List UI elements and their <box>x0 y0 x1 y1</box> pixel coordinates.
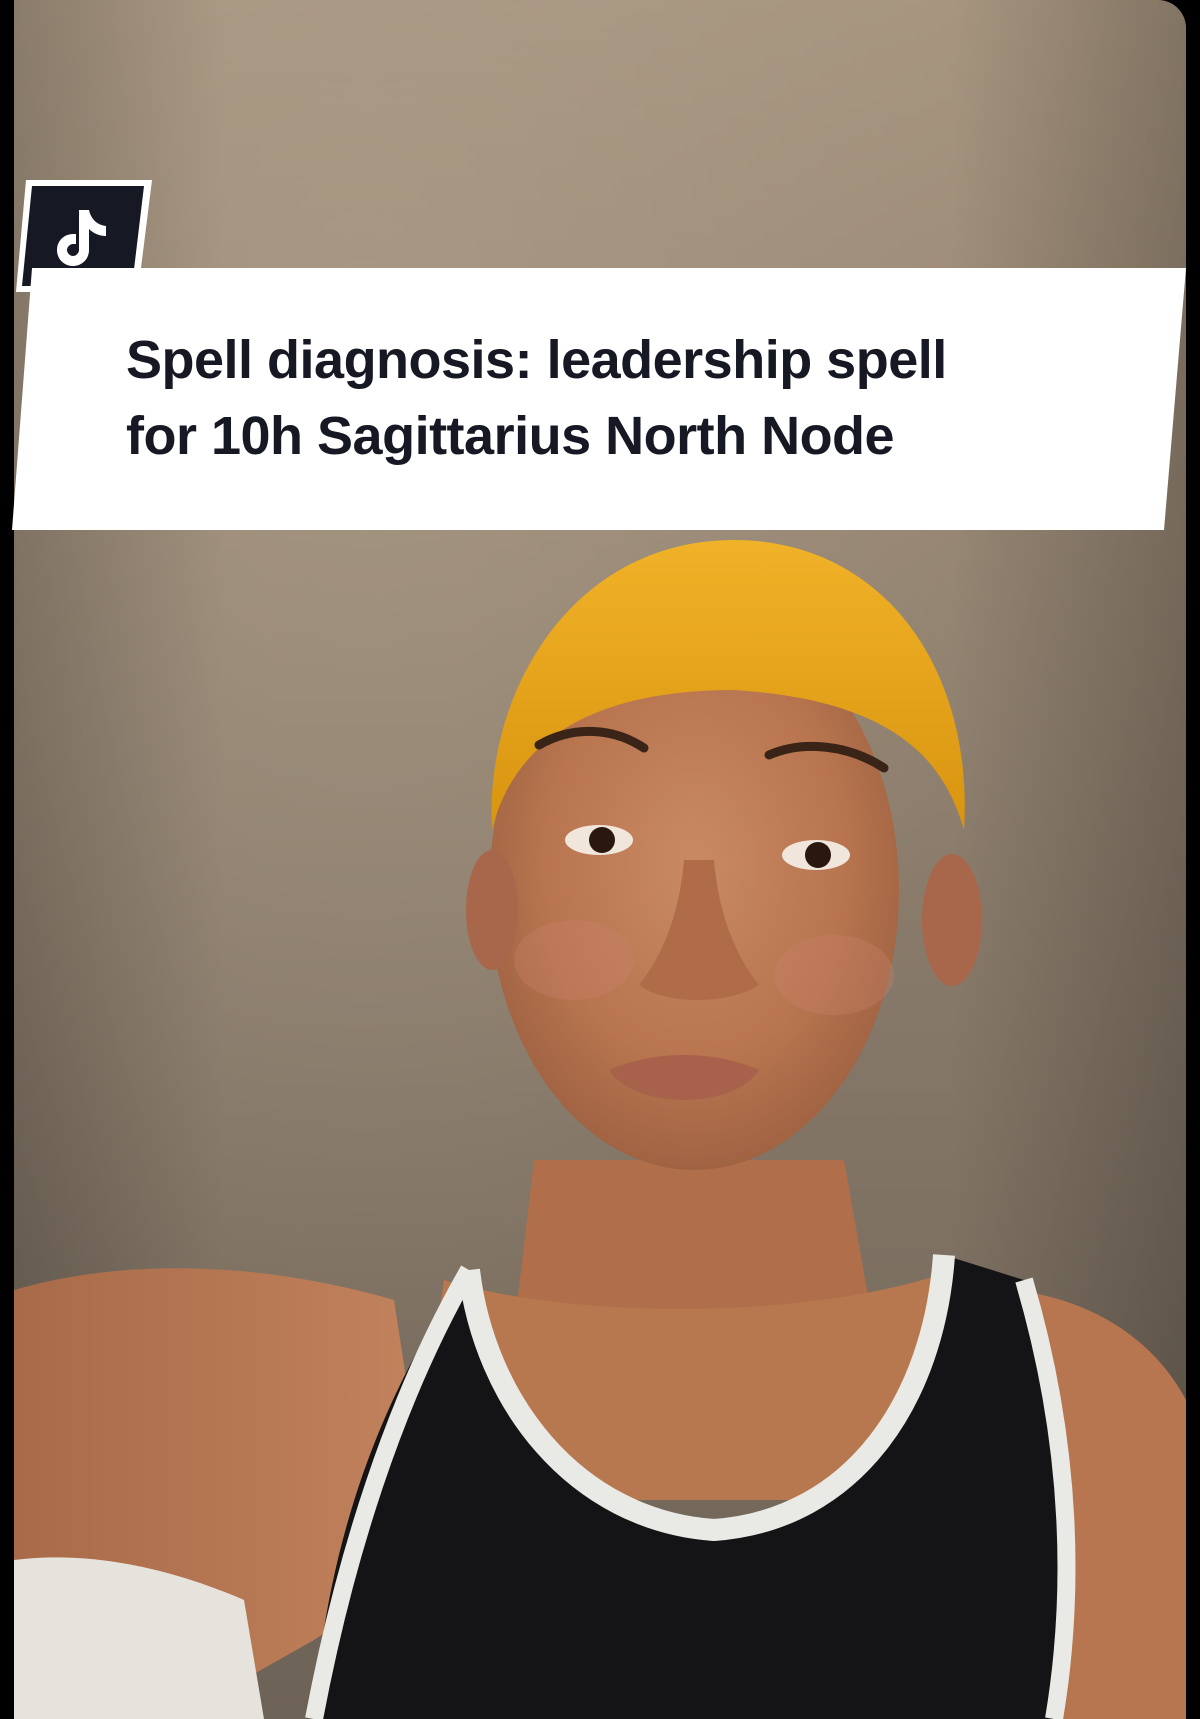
caption-banner: Spell diagnosis: leadership spell for 10… <box>12 268 1186 530</box>
caption-text: Spell diagnosis: leadership spell for 10… <box>126 322 1126 474</box>
video-screen[interactable]: Spell diagnosis: leadership spell for 10… <box>0 0 1200 1719</box>
caption-line-2: for 10h Sagittarius North Node <box>126 406 895 466</box>
video-subject-person <box>14 540 1186 1719</box>
video-frame[interactable] <box>14 0 1186 1719</box>
caption-line-1: Spell diagnosis: leadership spell <box>126 330 947 390</box>
right-edge-bar <box>1186 0 1200 1719</box>
